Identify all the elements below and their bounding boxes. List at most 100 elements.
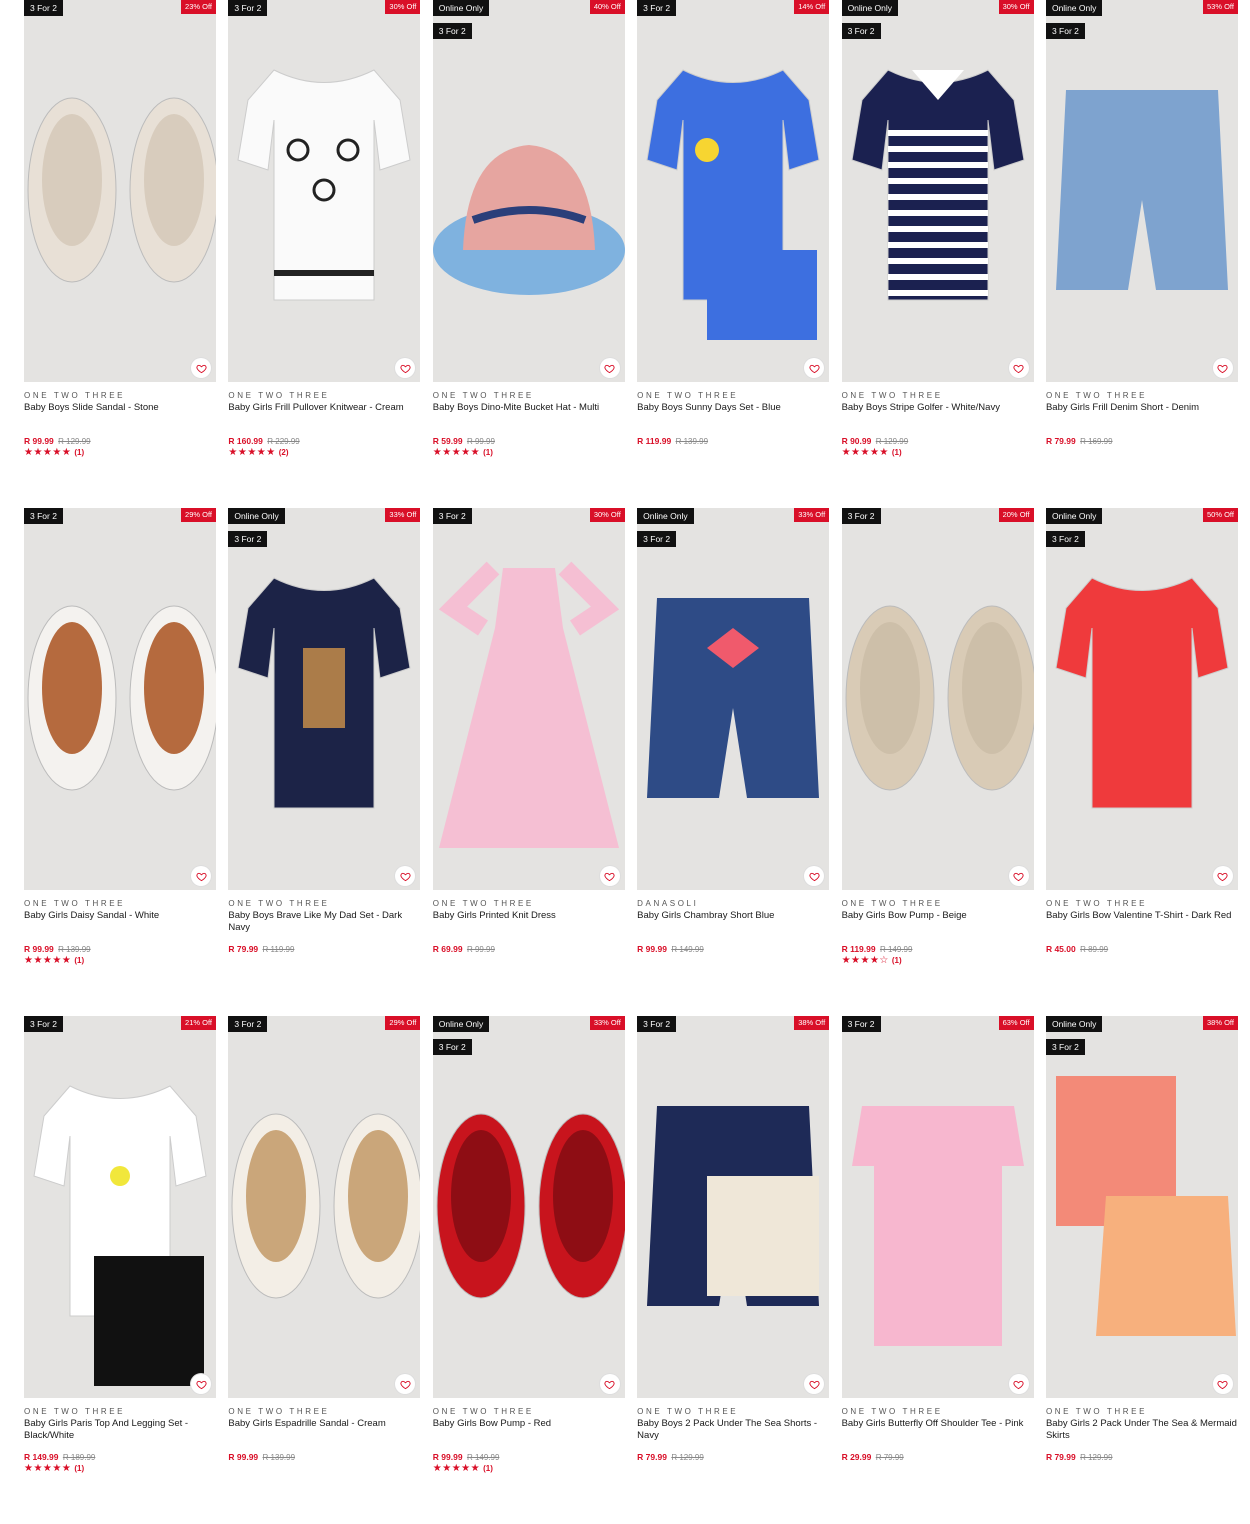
wishlist-button[interactable]: [1212, 866, 1233, 886]
online-only-badge: Online Only: [637, 508, 694, 524]
wishlist-button[interactable]: [1212, 1374, 1233, 1394]
online-only-badge: Online Only: [1045, 0, 1103, 16]
wishlist-button[interactable]: [599, 866, 620, 886]
product-title[interactable]: Baby Girls Espadrille Sandal - Cream: [228, 1418, 420, 1452]
product-card: 3 For 2 23% Off ONE TWO THREE Baby Boys …: [24, 0, 216, 508]
product-image[interactable]: 3 For 2 14% Off: [637, 0, 830, 382]
product-image[interactable]: Online Only 3 For 2 33% Off: [432, 1016, 625, 1398]
product-illustration: [646, 69, 820, 340]
product-brand: ONE TWO THREE: [1045, 899, 1148, 908]
was-price: R 79.99: [875, 1453, 904, 1462]
product-title[interactable]: Baby Girls Paris Top And Legging Set - B…: [24, 1418, 216, 1452]
product-title[interactable]: Baby Girls Frill Pullover Knitwear - Cre…: [228, 402, 420, 436]
product-image[interactable]: 3 For 2 23% Off: [24, 0, 216, 382]
product-image[interactable]: Online Only 3 For 2 38% Off: [1045, 1016, 1238, 1398]
three-for-two-badge: 3 For 2: [841, 1016, 881, 1032]
wishlist-button[interactable]: [599, 1374, 620, 1394]
product-brand: ONE TWO THREE: [841, 391, 943, 400]
rating: ★★★★★ (1): [842, 447, 1034, 458]
product-card: Online Only 3 For 2 53% Off ONE TWO THREE…: [1045, 0, 1238, 508]
promo-badges: 3 For 2: [24, 0, 63, 16]
product-title[interactable]: Baby Girls Bow Pump - Red: [433, 1418, 625, 1452]
wishlist-button[interactable]: [1008, 866, 1029, 886]
was-price: R 229.99: [267, 437, 300, 446]
product-grid: 3 For 2 23% Off ONE TWO THREE Baby Boys …: [24, 0, 1238, 1524]
price-row: R 99.99 R 129.99: [24, 436, 216, 447]
product-title[interactable]: Baby Girls Bow Pump - Beige: [842, 910, 1034, 944]
product-illustration: [27, 97, 216, 283]
wishlist-button[interactable]: [191, 358, 211, 378]
rating: [637, 1463, 829, 1474]
wishlist-button[interactable]: [1008, 358, 1029, 378]
promo-badges: Online Only 3 For 2: [1045, 0, 1103, 39]
heart-icon: [604, 872, 615, 881]
review-count: (2): [278, 448, 289, 457]
wishlist-button[interactable]: [1008, 1374, 1029, 1394]
rating: ★★★★☆ (1): [842, 955, 1034, 966]
current-price: R 149.99: [24, 1452, 59, 1462]
product-image[interactable]: Online Only 3 For 2 40% Off: [432, 0, 625, 382]
product-brand: ONE TWO THREE: [228, 1407, 330, 1416]
online-only-badge: Online Only: [1045, 508, 1103, 524]
product-brand: ONE TWO THREE: [432, 899, 534, 908]
product-title[interactable]: Baby Girls Daisy Sandal - White: [24, 910, 216, 944]
product-image[interactable]: 3 For 2 63% Off: [841, 1016, 1034, 1398]
rating: [842, 1463, 1034, 1474]
product-image[interactable]: 3 For 2 20% Off: [841, 508, 1034, 890]
product-image[interactable]: 3 For 2 21% Off: [24, 1016, 216, 1398]
current-price: R 79.99: [637, 1452, 667, 1462]
heart-icon: [1217, 364, 1229, 373]
product-title[interactable]: Baby Girls Frill Denim Short - Denim: [1046, 402, 1238, 436]
discount-badge: 50% Off: [1202, 508, 1238, 522]
three-for-two-badge: 3 For 2: [841, 508, 881, 524]
product-image[interactable]: 3 For 2 30% Off: [228, 0, 421, 382]
discount-badge: 63% Off: [998, 1016, 1034, 1030]
product-image[interactable]: 3 For 2 30% Off: [432, 508, 625, 890]
product-image[interactable]: 3 For 2 29% Off: [24, 508, 216, 890]
product-title[interactable]: Baby Boys Brave Like My Dad Set - Dark N…: [228, 910, 420, 944]
wishlist-button[interactable]: [1212, 358, 1233, 378]
product-title[interactable]: Baby Boys Dino-Mite Bucket Hat - Multi: [433, 402, 625, 436]
product-image[interactable]: Online Only 3 For 2 53% Off: [1045, 0, 1238, 382]
product-title[interactable]: Baby Boys 2 Pack Under The Sea Shorts - …: [637, 1418, 829, 1452]
wishlist-button[interactable]: [191, 1374, 211, 1394]
product-image[interactable]: Online Only 3 For 2 50% Off: [1045, 508, 1238, 890]
product-brand: ONE TWO THREE: [432, 1407, 534, 1416]
was-price: R 169.99: [1080, 437, 1113, 446]
product-image[interactable]: 3 For 2 38% Off: [637, 1016, 830, 1398]
product-image[interactable]: Online Only 3 For 2 33% Off: [637, 508, 830, 890]
heart-icon: [604, 364, 615, 373]
was-price: R 149.99: [466, 1453, 500, 1462]
price-row: R 69.99 R 99.99: [433, 944, 625, 955]
three-for-two-badge: 3 For 2: [228, 0, 268, 16]
product-title[interactable]: Baby Boys Slide Sandal - Stone: [24, 402, 216, 436]
product-title[interactable]: Baby Girls Chambray Short Blue: [637, 910, 829, 944]
product-title[interactable]: Baby Girls Printed Knit Dress: [433, 910, 625, 944]
product-image[interactable]: Online Only 3 For 2 30% Off: [841, 0, 1034, 382]
wishlist-button[interactable]: [191, 866, 211, 886]
discount-badge: 20% Off: [998, 508, 1034, 522]
product-illustration: [27, 605, 216, 791]
rating: [433, 955, 625, 966]
discount-badge: 30% Off: [998, 0, 1034, 14]
heart-icon: [809, 872, 820, 881]
product-brand: DANASOLI: [637, 899, 699, 908]
product-title[interactable]: Baby Boys Stripe Golfer - White/Navy: [842, 402, 1034, 436]
product-title[interactable]: Baby Boys Sunny Days Set - Blue: [637, 402, 829, 436]
product-image[interactable]: 3 For 2 29% Off: [228, 1016, 421, 1398]
rating: ★★★★★ (1): [24, 447, 216, 458]
discount-badge: 53% Off: [1202, 0, 1238, 14]
three-for-two-badge: 3 For 2: [228, 531, 268, 547]
was-price: R 139.99: [58, 945, 91, 954]
heart-icon: [400, 364, 411, 373]
product-card: 3 For 2 63% Off ONE TWO THREE Baby Girls…: [841, 1016, 1034, 1524]
product-title[interactable]: Baby Girls Butterfly Off Shoulder Tee - …: [842, 1418, 1034, 1452]
product-image[interactable]: Online Only 3 For 2 33% Off: [228, 508, 421, 890]
review-count: (1): [483, 448, 493, 457]
current-price: R 99.99: [24, 944, 54, 954]
product-brand: ONE TWO THREE: [637, 391, 739, 400]
product-title[interactable]: Baby Girls Bow Valentine T-Shirt - Dark …: [1046, 910, 1238, 944]
price-row: R 79.99 R 119.99: [228, 944, 420, 955]
product-title[interactable]: Baby Girls 2 Pack Under The Sea & Mermai…: [1046, 1418, 1238, 1452]
wishlist-button[interactable]: [599, 358, 620, 378]
